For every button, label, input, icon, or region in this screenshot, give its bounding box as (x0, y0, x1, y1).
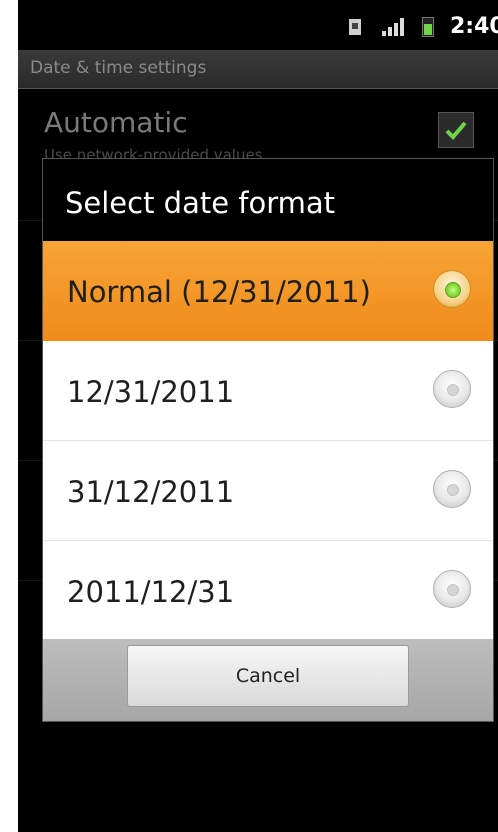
option-dmy[interactable]: 31/12/2011 (43, 441, 493, 541)
option-label: 12/31/2011 (67, 375, 235, 409)
setting-title: Automatic (44, 106, 188, 139)
signal-icon (382, 18, 404, 36)
radio-unselected-icon[interactable] (433, 470, 471, 508)
date-format-dialog: Select date format Normal (12/31/2011) 1… (42, 158, 494, 722)
screen-title-bar: Date & time settings (18, 50, 498, 89)
status-bar: 2:40 (18, 0, 498, 50)
dialog-header: Select date format (43, 159, 493, 243)
automatic-checkbox (438, 112, 474, 148)
option-mdy[interactable]: 12/31/2011 (43, 341, 493, 441)
sim-icon (349, 19, 361, 35)
battery-icon (422, 17, 434, 37)
screen-title: Date & time settings (30, 58, 207, 78)
radio-selected-icon[interactable] (433, 270, 471, 308)
option-ymd[interactable]: 2011/12/31 (43, 541, 493, 641)
radio-unselected-icon[interactable] (433, 570, 471, 608)
option-label: 2011/12/31 (67, 575, 235, 609)
cancel-button[interactable]: Cancel (127, 645, 409, 707)
clock-time: 2:40 (450, 14, 498, 39)
option-label: Normal (12/31/2011) (67, 275, 371, 309)
dialog-footer: Cancel (43, 639, 493, 721)
dialog-title: Select date format (65, 186, 336, 220)
automatic-setting-item: Automatic Use network-provided values (18, 88, 498, 164)
phone-screen: 2:40 Date & time settings Automatic Use … (18, 0, 498, 832)
option-normal[interactable]: Normal (12/31/2011) (43, 241, 493, 341)
radio-unselected-icon[interactable] (433, 370, 471, 408)
option-label: 31/12/2011 (67, 475, 235, 509)
check-icon (445, 121, 467, 140)
